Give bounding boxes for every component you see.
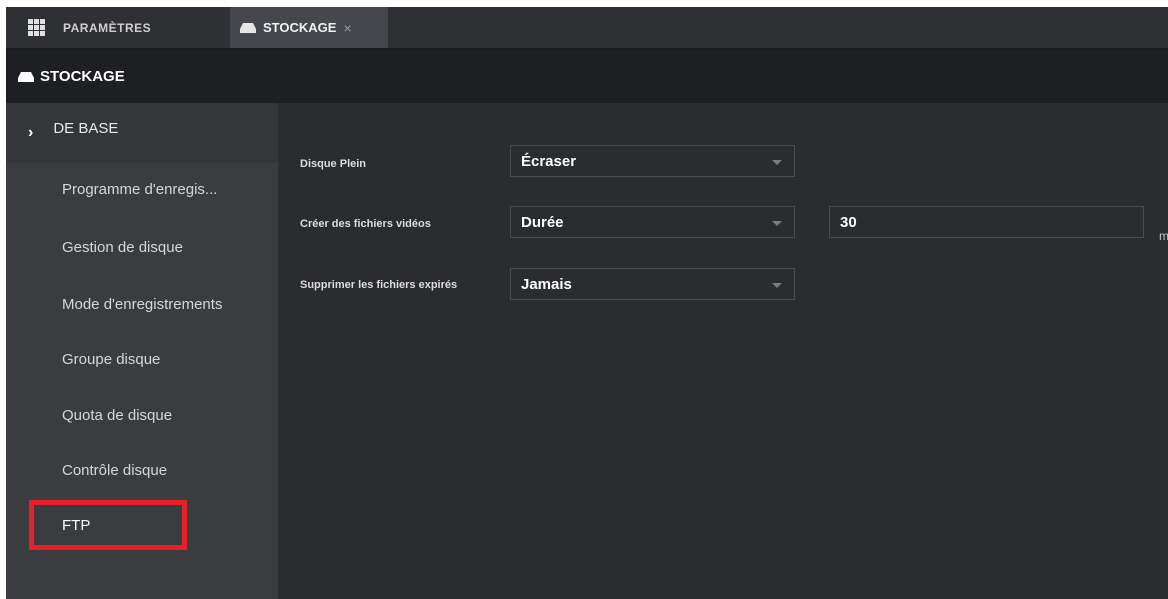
sidebar-item-disk-management[interactable]: Gestion de disque [62, 239, 183, 256]
sidebar-item-disk-check[interactable]: Contrôle disque [62, 462, 167, 479]
sidebar-item-recording-mode[interactable]: Mode d'enregistrements [62, 296, 222, 313]
settings-panel: Disque Plein Écraser Créer des fichiers … [278, 103, 1168, 599]
page-title: STOCKAGE [40, 68, 125, 85]
caret-down-icon [772, 160, 782, 165]
tab-settings[interactable]: PARAMÈTRES [6, 7, 227, 48]
grid-icon [28, 19, 45, 36]
tab-settings-label: PARAMÈTRES [63, 20, 152, 35]
page-header: STOCKAGE [6, 50, 1168, 103]
sidebar-section-basic[interactable]: › DE BASE [6, 103, 278, 163]
duration-input[interactable]: 30 [829, 206, 1144, 238]
sidebar-item-disk-quota[interactable]: Quota de disque [62, 407, 172, 424]
duration-unit-label: min. [1159, 229, 1168, 243]
close-icon[interactable]: × [343, 20, 351, 36]
delete-expired-select[interactable]: Jamais [510, 268, 795, 300]
sidebar: › DE BASE Programme d'enregis... Gestion… [6, 103, 278, 599]
highlight-box [29, 500, 187, 550]
sidebar-item-recording-schedule[interactable]: Programme d'enregis... [62, 181, 217, 198]
app-window: PARAMÈTRES STOCKAGE × STOCKAGE › DE BASE… [6, 7, 1168, 599]
disk-full-select[interactable]: Écraser [510, 145, 795, 177]
delete-expired-label: Supprimer les fichiers expirés [300, 279, 458, 291]
sidebar-section-label: DE BASE [53, 119, 119, 137]
sidebar-item-ftp[interactable]: FTP [62, 517, 90, 534]
create-video-files-value: Durée [521, 213, 564, 231]
delete-expired-value: Jamais [521, 275, 572, 293]
caret-down-icon [772, 221, 782, 226]
chevron-right-icon: › [28, 124, 34, 141]
disk-full-value: Écraser [521, 152, 577, 170]
tab-storage-label: STOCKAGE [263, 20, 337, 35]
caret-down-icon [772, 283, 782, 288]
hard-drive-icon [18, 71, 34, 82]
sidebar-item-disk-group[interactable]: Groupe disque [62, 351, 160, 368]
hard-drive-icon [240, 22, 256, 33]
tab-bar: PARAMÈTRES STOCKAGE × [6, 7, 1168, 50]
disk-full-label: Disque Plein [300, 158, 367, 170]
create-video-files-select[interactable]: Durée [510, 206, 795, 238]
create-video-files-label: Créer des fichiers vidéos [300, 218, 431, 230]
tab-storage[interactable]: STOCKAGE × [230, 7, 388, 48]
